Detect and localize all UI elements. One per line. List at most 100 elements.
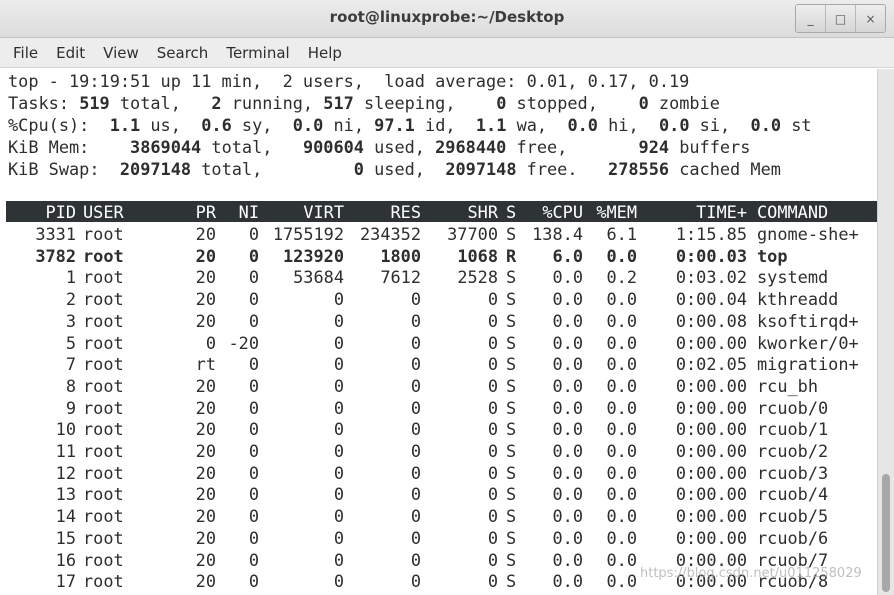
cell-time: 1:15.85 [675,224,747,244]
menu-search[interactable]: Search [148,44,218,62]
menu-edit[interactable]: Edit [47,44,94,62]
cell-ni: 0 [248,397,259,418]
cell-pid: 10 [55,419,76,440]
col-res: RES [390,202,421,222]
process-row: 3 root 20 0 0 0 0 S 0.0 0.0 0:00.08 ksoftirqd+ [6,310,878,332]
cell-res: 0 [410,441,421,461]
cpu-hi: 0.0 [567,115,598,135]
cpu-ni-label: ni, [323,115,364,135]
cell-ni: 0 [248,506,259,527]
cell-pid: 13 [55,484,76,505]
cell-command: rcuob/1 [757,419,829,440]
swap-line: KiB Swap: 2097148 total, 0 used, 2097148… [8,158,781,180]
cell-pid: 8 [65,375,76,396]
cell-mem: 0.0 [606,332,637,353]
cpu-id: 97.1 [374,115,415,135]
window-title: root@linuxprobe:~/Desktop [329,8,565,26]
process-row: 10 root 20 0 0 0 0 S 0.0 0.0 0:00.00 rcuob/1 [6,418,878,440]
cell-pid: 5 [65,332,76,353]
cell-mem: 6.1 [606,224,637,244]
menu-bar: File Edit View Search Terminal Help [0,38,894,68]
cell-mem: 0.0 [606,571,637,592]
cell-ni: -20 [228,332,259,353]
tasks-running: 2 [211,93,222,113]
cell-pid: 17 [55,571,76,592]
cell-shr: 0 [487,397,498,418]
cell-user: root [83,484,124,505]
cpu-line: %Cpu(s): 1.1 us, 0.6 sy, 0.0 ni, 97.1 id… [8,114,812,136]
cell-s: S [506,354,517,375]
cell-ni: 0 [248,267,259,288]
cell-cpu: 0.0 [552,354,583,375]
cell-ni: 0 [248,224,259,244]
cell-shr: 1068 [457,245,498,266]
cell-user: root [83,245,124,266]
close-button[interactable]: × [856,5,885,32]
cell-user: root [83,462,124,483]
cell-user: root [83,289,124,310]
cell-cpu: 0.0 [552,397,583,418]
cell-command: kworker/0+ [757,332,859,353]
col-user: USER [83,202,124,222]
cell-pid: 15 [55,527,76,548]
cell-shr: 0 [487,484,498,505]
scrollbar-thumb[interactable] [882,474,890,592]
cpu-sy-label: sy, [231,115,273,135]
tasks-sleeping: 517 [323,93,354,113]
maximize-button[interactable]: □ [826,5,856,32]
terminal-output[interactable]: top - 19:19:51 up 11 min, 2 users, load … [0,69,878,595]
cell-s: S [506,571,517,592]
cell-mem: 0.0 [606,484,637,505]
cell-cpu: 6.0 [552,245,583,266]
cell-shr: 0 [487,527,498,548]
cell-ni: 0 [248,549,259,570]
cell-mem: 0.2 [606,267,637,288]
cell-mem: 0.0 [606,397,637,418]
swap-used-label: used, [363,159,425,179]
cell-ni: 0 [248,527,259,548]
cell-time: 0:00.00 [675,332,747,353]
cell-command: rcu_bh [757,375,819,396]
cell-res: 0 [410,571,421,592]
menu-view[interactable]: View [94,44,148,62]
menu-help[interactable]: Help [299,44,351,62]
cell-cpu: 0.0 [552,419,583,440]
menu-terminal[interactable]: Terminal [217,44,298,62]
terminal-scrollbar[interactable] [877,69,894,595]
cell-command: systemd [757,267,829,288]
minimize-button[interactable]: _ [796,5,826,32]
col-cpu: %CPU [542,202,583,222]
tasks-stopped: 0 [496,93,507,113]
cell-time: 0:03.02 [675,267,747,288]
cell-shr: 0 [487,462,498,483]
swap-used: 0 [353,159,364,179]
cell-res: 0 [410,354,421,375]
cell-cpu: 0.0 [552,571,583,592]
title-bar[interactable]: root@linuxprobe:~/Desktop _ □ × [0,0,894,38]
cell-pr: rt [195,354,216,375]
cell-virt: 0 [333,549,344,570]
cell-time: 0:00.00 [675,419,747,440]
cell-time: 0:00.00 [675,484,747,505]
cell-s: S [506,310,517,331]
cell-time: 0:02.05 [675,354,747,375]
cell-pr: 20 [195,549,216,570]
cell-time: 0:00.03 [675,245,747,266]
window-controls: _ □ × [795,4,886,33]
cell-ni: 0 [248,375,259,396]
cell-virt: 0 [333,506,344,527]
cell-pr: 20 [195,375,216,396]
menu-file[interactable]: File [4,44,47,62]
cell-cpu: 138.4 [532,224,583,244]
cell-ni: 0 [248,289,259,310]
cell-ni: 0 [248,571,259,592]
cell-virt: 0 [333,397,344,418]
cell-time: 0:00.00 [675,462,747,483]
col-ni: NI [238,202,259,222]
cell-virt: 0 [333,462,344,483]
cell-mem: 0.0 [606,375,637,396]
cpu-wa: 1.1 [475,115,507,135]
cell-time: 0:00.08 [675,310,747,331]
col-command: COMMAND [757,202,829,222]
process-row: 15 root 20 0 0 0 0 S 0.0 0.0 0:00.00 rcuob/6 [6,527,878,549]
